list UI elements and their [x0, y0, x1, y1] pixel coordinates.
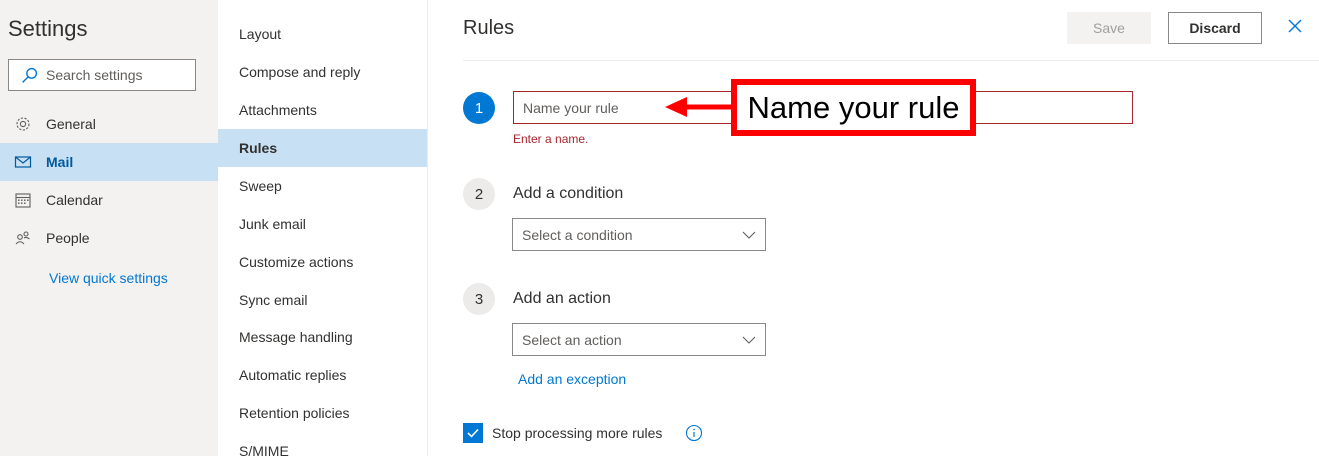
people-icon: [12, 229, 34, 247]
mail-icon: [12, 153, 34, 171]
step-3-badge: 3: [463, 283, 495, 315]
category-junk-email[interactable]: Junk email: [218, 205, 427, 243]
category-layout[interactable]: Layout: [218, 15, 427, 53]
step-2-label: Add a condition: [513, 185, 624, 202]
category-rules[interactable]: Rules: [218, 129, 427, 167]
annotation-arrow-icon: [665, 97, 735, 117]
stop-processing-label: Stop processing more rules: [492, 425, 663, 441]
action-dropdown[interactable]: Select an action: [512, 323, 766, 356]
sidebar-item-label: Mail: [46, 154, 74, 170]
category-sync-email[interactable]: Sync email: [218, 281, 427, 319]
condition-dropdown[interactable]: Select a condition: [512, 218, 766, 251]
search-icon: [22, 67, 38, 83]
step-1-badge: 1: [463, 92, 495, 124]
category-message-handling[interactable]: Message handling: [218, 318, 427, 356]
category-automatic-replies[interactable]: Automatic replies: [218, 356, 427, 394]
search-box[interactable]: [8, 59, 196, 91]
step-3-label: Add an action: [513, 290, 611, 307]
view-quick-settings-link[interactable]: View quick settings: [49, 270, 168, 286]
calendar-icon: [12, 191, 34, 209]
sidebar-item-label: People: [46, 230, 90, 246]
category-compose-and-reply[interactable]: Compose and reply: [218, 53, 427, 91]
category-retention-policies[interactable]: Retention policies: [218, 394, 427, 432]
sidebar-item-mail[interactable]: Mail: [0, 143, 218, 181]
add-exception-link[interactable]: Add an exception: [518, 371, 626, 387]
stop-processing-checkbox[interactable]: [463, 423, 483, 443]
sidebar-item-label: Calendar: [46, 192, 103, 208]
info-icon[interactable]: [685, 424, 703, 442]
close-icon[interactable]: [1286, 17, 1304, 35]
gear-icon: [12, 115, 34, 133]
save-button[interactable]: Save: [1067, 12, 1151, 44]
sidebar-item-calendar[interactable]: Calendar: [0, 181, 218, 219]
sidebar-item-people[interactable]: People: [0, 219, 218, 257]
chevron-down-icon: [742, 231, 756, 239]
category-attachments[interactable]: Attachments: [218, 91, 427, 129]
discard-button[interactable]: Discard: [1168, 12, 1262, 44]
annotation-callout: Name your rule: [731, 79, 976, 136]
chevron-down-icon: [742, 336, 756, 344]
checkmark-icon: [467, 428, 479, 438]
page-title: Rules: [463, 17, 515, 39]
category-customize-actions[interactable]: Customize actions: [218, 243, 427, 281]
sidebar-item-label: General: [46, 116, 96, 132]
settings-sidebar: Settings General Mail Calendar People Vi…: [0, 0, 218, 456]
category-sweep[interactable]: Sweep: [218, 167, 427, 205]
settings-title: Settings: [8, 16, 88, 41]
header-divider: [463, 60, 1319, 61]
mail-category-list: Layout Compose and reply Attachments Rul…: [218, 0, 428, 456]
search-input[interactable]: [46, 67, 186, 83]
sidebar-item-general[interactable]: General: [0, 105, 218, 143]
rules-panel: Rules Save Discard 1 Enter a name. 2 Add…: [428, 0, 1319, 456]
step-2-badge: 2: [463, 178, 495, 210]
category-smime[interactable]: S/MIME: [218, 432, 427, 456]
condition-dropdown-value: Select a condition: [522, 226, 633, 243]
action-dropdown-value: Select an action: [522, 331, 622, 348]
rule-name-error: Enter a name.: [513, 132, 589, 146]
